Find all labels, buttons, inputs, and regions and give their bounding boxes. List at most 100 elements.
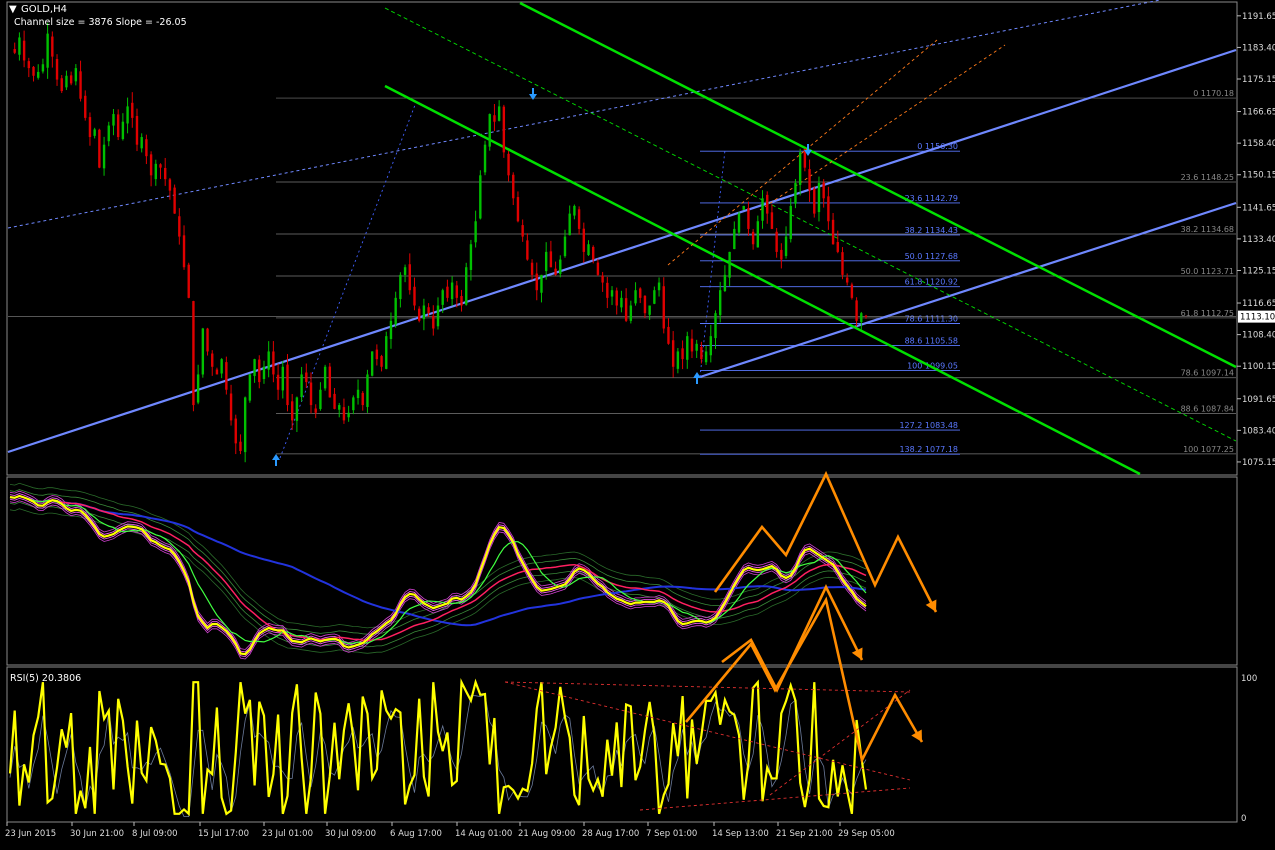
candle-body (154, 163, 158, 180)
candle-body (845, 277, 849, 283)
candle-body (225, 362, 228, 390)
candle-body (69, 75, 73, 84)
fib-right-label: 138.2 1077.18 (899, 445, 958, 454)
candle-body (700, 346, 703, 360)
y-tick-label: 1091.65 (1242, 395, 1275, 405)
candle-body (573, 205, 576, 216)
candle-body (497, 106, 501, 121)
candle-body (483, 144, 487, 173)
candle-body (827, 196, 830, 222)
candle-body (465, 267, 468, 305)
chart-canvas[interactable]: 0 1170.18 23.6 1148.25 38.2 1134.68 50.0 11… (0, 0, 1275, 846)
candle-body (592, 246, 595, 260)
candle-body (342, 407, 346, 421)
candle-body (681, 348, 684, 360)
candle-body (135, 115, 139, 145)
candle-body (723, 274, 727, 291)
candle-body (46, 33, 49, 68)
candle-body (65, 75, 68, 88)
fib-right-label: 78.6 1111.30 (905, 315, 958, 324)
candle-body (37, 71, 40, 78)
y-tick-label: 1100.15 (1242, 362, 1275, 372)
candle-body (206, 328, 209, 352)
candle-body (615, 290, 618, 306)
candle-body (709, 336, 712, 356)
candle-body (474, 221, 477, 243)
x-tick-label: 23 Jul 01:00 (262, 829, 313, 839)
candle-body (281, 366, 284, 391)
candle-body (394, 297, 397, 325)
candle-body (662, 286, 665, 329)
candle-body (690, 338, 694, 352)
candle-body (798, 152, 802, 185)
candle-body (140, 137, 143, 149)
candle-body (596, 262, 600, 275)
candle-body (864, 315, 868, 317)
symbol-dropdown-icon[interactable]: ▼ (9, 4, 17, 15)
candle-body (305, 372, 308, 383)
candle-body (455, 285, 459, 298)
x-tick-label: 23 Jun 2015 (5, 829, 56, 839)
candle-body (253, 359, 256, 376)
x-tick-label: 30 Jun 21:00 (70, 829, 124, 839)
candle-body (403, 267, 407, 275)
candle-body (107, 125, 110, 142)
candle-body (530, 262, 534, 275)
candle-body (756, 221, 760, 248)
candle-body (568, 213, 571, 236)
candle-body (258, 359, 261, 383)
candle-body (747, 208, 750, 229)
rsi-label: RSI(5) 20.3806 (10, 673, 81, 684)
candle-body (98, 129, 101, 168)
candle-body (624, 298, 628, 321)
candle-body (841, 252, 844, 275)
y-tick-label: 1166.65 (1242, 108, 1275, 118)
candle-body (13, 49, 16, 53)
candle-body (535, 273, 538, 291)
fib-right-label: 50.0 1127.68 (905, 252, 958, 261)
rsi-y-label: 100 (1241, 674, 1257, 684)
candle-body (121, 121, 125, 140)
candle-body (761, 198, 764, 221)
y-tick-label: 1108.40 (1242, 331, 1275, 341)
candle-body (323, 366, 327, 389)
y-tick-label: 1158.40 (1242, 139, 1275, 149)
y-tick-label: 1175.15 (1242, 75, 1275, 85)
candle-body (380, 356, 383, 367)
candle-body (168, 179, 172, 191)
candle-body (399, 274, 402, 300)
candle-body (338, 405, 341, 410)
candle-body (131, 102, 134, 118)
candle-body (554, 268, 557, 275)
candle-body (667, 326, 670, 344)
x-tick-label: 28 Aug 17:00 (582, 829, 639, 839)
candle-body (178, 216, 181, 237)
candle-body (817, 182, 821, 213)
candle-body (422, 305, 426, 320)
fib-label: 88.6 1087.84 (1181, 404, 1234, 413)
y-tick-label: 1075.15 (1242, 458, 1275, 468)
channel-info: Channel size = 3876 Slope = -26.05 (14, 17, 187, 28)
fib-label: 23.6 1148.25 (1181, 173, 1234, 182)
y-tick-label: 1141.65 (1242, 203, 1275, 213)
fib-label: 78.6 1097.14 (1181, 369, 1234, 378)
candle-body (74, 68, 78, 82)
candle-body (620, 297, 623, 308)
candle-body (229, 393, 233, 421)
candle-body (549, 251, 553, 268)
x-tick-label: 15 Jul 17:00 (198, 829, 249, 839)
y-tick-label: 1150.15 (1242, 171, 1275, 181)
candle-body (375, 349, 379, 360)
candle-body (55, 58, 59, 80)
candle-body (159, 164, 162, 168)
rsi-y-label: 0 (1241, 814, 1246, 824)
x-tick-label: 30 Jul 09:00 (325, 829, 376, 839)
candle-body (516, 197, 520, 222)
y-tick-label: 1125.15 (1242, 266, 1275, 276)
candle-body (366, 374, 369, 407)
x-tick-label: 21 Sep 21:00 (776, 829, 833, 839)
candle-body (582, 228, 586, 252)
y-tick-label: 1183.40 (1242, 43, 1275, 53)
fib-label: 100 1077.25 (1183, 445, 1234, 454)
candle-body (737, 213, 741, 233)
